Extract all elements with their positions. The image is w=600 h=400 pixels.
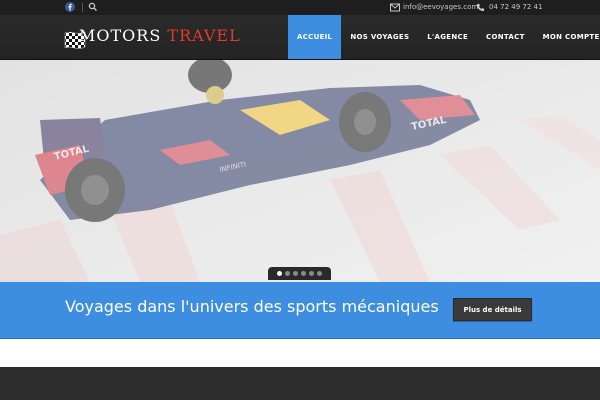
facebook-icon[interactable]: [65, 2, 75, 12]
banner-tagline: Voyages dans l'univers des sports mécani…: [65, 297, 439, 316]
nav-item-contact[interactable]: CONTACT: [477, 15, 534, 59]
search-icon[interactable]: [88, 2, 98, 12]
more-details-button[interactable]: Plus de détails: [453, 298, 532, 321]
slide-dot-2[interactable]: [285, 271, 290, 276]
nav-item-agence[interactable]: L'AGENCE: [418, 15, 477, 59]
main-nav: ACCUEIL NOS VOYAGES L'AGENCE CONTACT MON…: [288, 15, 600, 59]
phone-icon: [476, 3, 485, 12]
hero-slider: TOTAL TOTAL INFINITI: [0, 60, 600, 282]
slide-dot-5[interactable]: [309, 271, 314, 276]
topbar-divider: [82, 3, 83, 12]
slide-dot-1[interactable]: [277, 271, 282, 276]
envelope-icon: [390, 3, 400, 12]
slide-dot-4[interactable]: [301, 271, 306, 276]
slide-dot-3[interactable]: [293, 271, 298, 276]
promo-banner: Voyages dans l'univers des sports mécani…: [0, 282, 600, 339]
contact-phone[interactable]: 04 72 49 72 41: [489, 2, 542, 13]
logo-text: MOTORS TRAVEL: [79, 26, 241, 45]
site-logo[interactable]: MOTORS TRAVEL: [63, 23, 243, 55]
nav-item-mon-compte[interactable]: MON COMPTE: [534, 15, 600, 59]
slider-pagination: [268, 267, 331, 280]
hero-image-race-car: TOTAL TOTAL INFINITI: [0, 60, 600, 282]
nav-item-accueil[interactable]: ACCUEIL: [288, 15, 342, 59]
nav-item-nos-voyages[interactable]: NOS VOYAGES: [341, 15, 418, 59]
site-header: MOTORS TRAVEL ACCUEIL NOS VOYAGES L'AGEN…: [0, 15, 600, 60]
contact-email[interactable]: info@eevoyages.com: [403, 2, 478, 13]
slide-dot-6[interactable]: [317, 271, 322, 276]
top-bar: info@eevoyages.com 04 72 49 72 41: [0, 0, 600, 15]
dark-section: [0, 367, 600, 400]
logo-word-motors: MOTORS: [79, 26, 162, 45]
content-spacer: [0, 339, 600, 367]
logo-word-travel: TRAVEL: [167, 26, 241, 45]
